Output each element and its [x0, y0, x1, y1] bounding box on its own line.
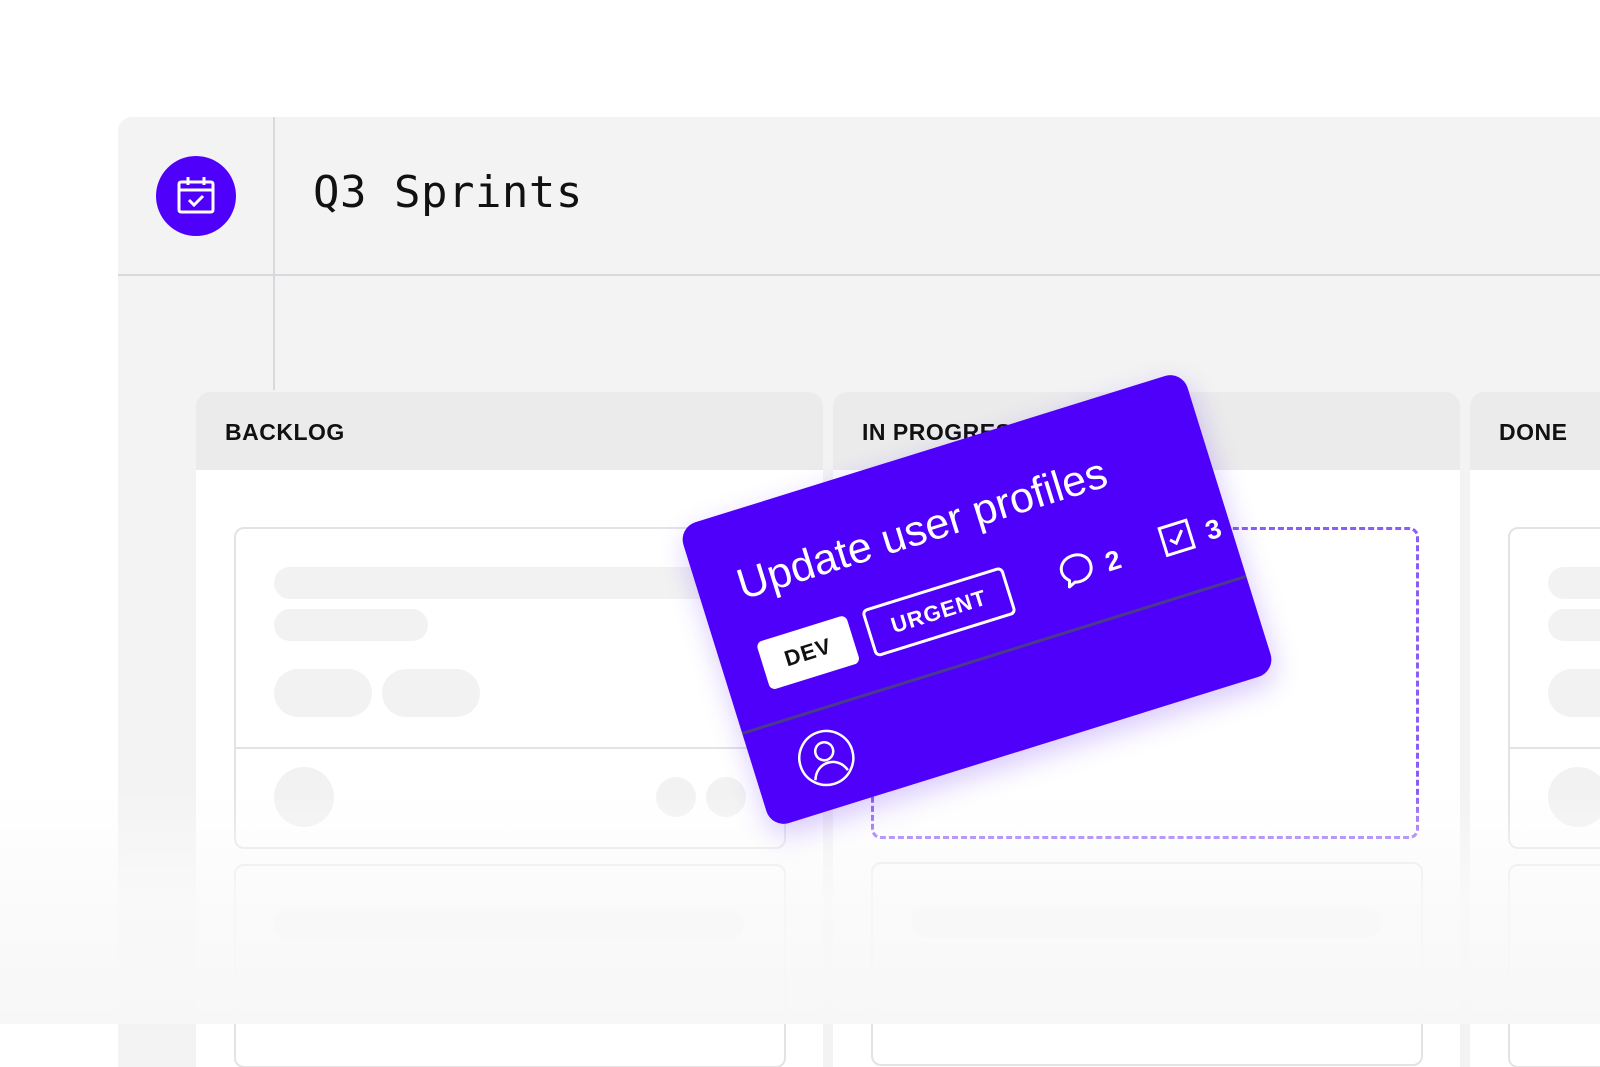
page-title: Q3 Sprints — [313, 167, 583, 218]
column-header: BACKLOG — [196, 392, 823, 470]
column-header: DONE — [1470, 392, 1600, 470]
column-title: BACKLOG — [225, 419, 345, 445]
tag-urgent[interactable]: URGENT — [860, 565, 1018, 658]
tag-dev[interactable]: DEV — [755, 614, 861, 691]
vertical-divider — [273, 117, 275, 390]
checklist-count-value: 3 — [1201, 512, 1226, 547]
checklist-count[interactable]: 3 — [1154, 507, 1227, 567]
placeholder-card[interactable] — [1508, 864, 1600, 1067]
column-done: DONE — [1470, 392, 1600, 1067]
column-backlog: BACKLOG — [196, 392, 823, 1067]
comments-count[interactable]: 2 — [1054, 538, 1127, 598]
user-avatar-icon[interactable] — [790, 722, 863, 795]
comment-icon — [1054, 547, 1101, 599]
checkbox-icon — [1154, 515, 1201, 567]
calendar-check-icon[interactable] — [156, 156, 236, 236]
board-header: Q3 Sprints — [118, 117, 1600, 276]
column-title: DONE — [1499, 419, 1568, 445]
placeholder-card[interactable] — [1508, 527, 1600, 849]
comments-count-value: 2 — [1101, 544, 1125, 578]
placeholder-card[interactable] — [871, 862, 1423, 1066]
placeholder-card[interactable] — [234, 864, 786, 1067]
